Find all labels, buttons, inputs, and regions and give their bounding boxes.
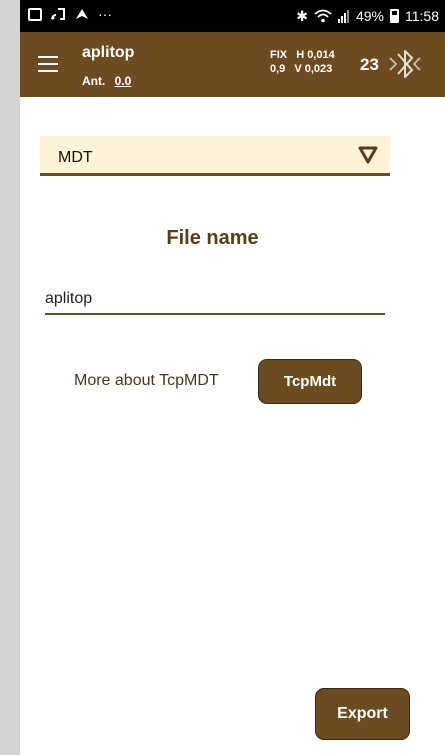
navigation-icon	[76, 9, 88, 19]
content-area	[20, 97, 445, 755]
status-bar: ··· ✱ 49% 11:58	[20, 0, 445, 32]
h-precision: H 0,014	[296, 49, 335, 61]
satellite-count: 23	[360, 55, 379, 74]
clock: 11:58	[405, 8, 439, 24]
bluetooth-icon[interactable]	[386, 44, 424, 84]
format-select[interactable]: MDT	[40, 136, 390, 176]
dropdown-arrow-icon[interactable]	[358, 146, 378, 164]
gps-precision: FIX H 0,014 0,9 V 0,023	[270, 48, 335, 76]
antenna-height: Ant. 0.0	[82, 74, 131, 88]
menu-icon[interactable]	[38, 56, 58, 72]
ant-label: Ant.	[82, 74, 106, 88]
wifi-icon	[314, 9, 332, 23]
ant-value[interactable]: 0.0	[115, 74, 132, 88]
battery-percent: 49%	[355, 8, 384, 24]
battery-icon	[390, 9, 399, 23]
status-left-icons: ···	[28, 7, 112, 21]
more-about-text: More about TcpMDT	[74, 372, 219, 389]
pdop-value: 0,9	[270, 63, 286, 75]
gallery-icon	[28, 7, 42, 21]
export-button[interactable]: Export	[315, 688, 410, 740]
file-name-label: File name	[166, 227, 259, 249]
cast-icon	[51, 8, 65, 20]
app-bar: aplitop Ant. 0.0 FIX H 0,014 0,9 V 0,023…	[20, 32, 445, 97]
app-title: aplitop	[82, 44, 135, 61]
format-select-value: MDT	[58, 149, 93, 166]
tcpmdt-button[interactable]: TcpMdt	[258, 359, 362, 404]
status-right-icons: ✱ 49% 11:58	[296, 8, 439, 24]
v-precision: V 0,023	[294, 63, 333, 75]
signal-icon	[337, 10, 349, 23]
fix-status: FIX	[270, 49, 288, 61]
file-name-input[interactable]	[45, 285, 385, 315]
overflow-dots: ···	[98, 6, 112, 22]
bluetooth-status-icon: ✱	[296, 8, 308, 24]
